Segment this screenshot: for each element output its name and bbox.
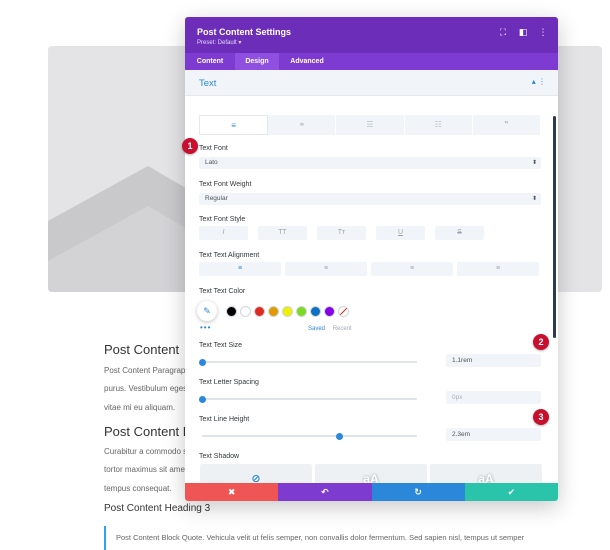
no-shadow-icon[interactable]: ⊘ [200,464,312,483]
shadow-preset-2[interactable]: aA [430,464,542,483]
save-button[interactable]: ✔ [464,483,558,501]
redo-button[interactable]: ↻ [371,483,465,501]
font-style-buttons: I TT Tт U S [199,226,484,240]
shadow-preset-1[interactable]: aA [315,464,427,483]
post-heading-2: Post Content H [104,424,193,439]
modal-header: Post Content Settings Preset: Default ▾ … [185,17,558,53]
preset-selector[interactable]: Preset: Default ▾ [197,39,241,46]
color-swatches [226,306,349,317]
text-size-label: Text Text Size [199,342,243,349]
eyedropper-icon[interactable]: ✎ [197,301,217,321]
font-style-label: Text Font Style [199,216,246,223]
tab-content[interactable]: Content [185,53,235,70]
line-height-slider[interactable] [202,432,417,440]
align-text-icon[interactable]: ≡ [199,115,269,135]
letter-spacing-label: Text Letter Spacing [199,379,259,386]
select-arrow-icon: ⬍ [531,160,537,166]
alignment-label: Text Text Alignment [199,252,260,259]
section-title: Text [199,78,217,89]
unordered-list-icon[interactable]: ☰ [336,115,405,135]
scrollbar[interactable] [553,116,556,338]
modal-tabs: Content Design Advanced [185,53,558,70]
post-paragraph: vitae mi eu aliquam. [104,403,176,412]
post-heading-1: Post Content [104,342,180,357]
link-icon[interactable]: ⚭ [268,115,337,135]
settings-modal: Post Content Settings Preset: Default ▾ … [185,17,558,501]
post-paragraph: purus. Vestibulum eges [104,384,188,393]
modal-footer: ✖ ↶ ↻ ✔ [185,483,558,501]
align-right-button[interactable]: ≡ [371,262,453,276]
color-swatch[interactable] [240,306,251,317]
slider-handle[interactable] [198,395,206,403]
color-swatch[interactable] [268,306,279,317]
text-size-input[interactable]: 1.1rem [446,354,541,367]
tab-design[interactable]: Design [235,53,279,70]
modal-title: Post Content Settings [197,27,291,37]
text-font-value: Lato [205,159,218,166]
ordered-list-icon[interactable]: ☷ [405,115,473,135]
undo-button[interactable]: ↶ [278,483,372,501]
more-colors-icon[interactable]: ••• [200,323,211,332]
text-font-label: Text Font [199,145,228,152]
color-swatch[interactable] [254,306,265,317]
quote-icon[interactable]: ❞ [473,115,542,135]
step-badge-2: 2 [533,334,549,350]
italic-button[interactable]: I [199,226,248,240]
saved-tab[interactable]: Saved [308,326,325,332]
color-swatch[interactable] [226,306,237,317]
align-left-button[interactable]: ≡ [199,262,281,276]
more-icon[interactable]: ⋮ [538,27,548,37]
font-weight-label: Text Font Weight [199,181,252,188]
text-color-label: Text Text Color [199,288,246,295]
post-paragraph: tempus consequat. [104,484,172,493]
color-swatch[interactable] [296,306,307,317]
slider-handle[interactable] [336,432,344,440]
tab-advanced[interactable]: Advanced [281,53,333,70]
line-height-label: Text Line Height [199,416,250,423]
text-shadow-label: Text Shadow [199,453,240,460]
step-badge-1: 1 [182,138,198,154]
text-shadow-options: ⊘ aA aA [200,464,542,483]
underline-button[interactable]: U [376,226,425,240]
letter-spacing-input[interactable]: 0px [446,391,541,404]
alignment-buttons: ≡ ≡ ≡ ≡ [199,262,539,276]
post-paragraph: tortor maximus sit ame [104,465,185,474]
align-justify-button[interactable]: ≡ [457,262,539,276]
text-font-select[interactable]: Lato ⬍ [199,157,541,169]
align-center-button[interactable]: ≡ [285,262,367,276]
color-swatch[interactable] [282,306,293,317]
slider-handle[interactable] [198,358,206,366]
post-paragraph: Post Content Paragrap [104,366,186,375]
post-paragraph: Curabitur a commodo s [104,447,188,456]
text-size-slider[interactable] [198,358,417,366]
uppercase-button[interactable]: TT [258,226,307,240]
step-badge-3: 3 [533,409,549,425]
expand-icon[interactable]: ⛶ [498,27,508,37]
modal-body: Text ▴ ⋮ ≡ ⚭ ☰ ☷ ❞ Text Font Lato ⬍ Text… [185,70,558,483]
font-weight-select[interactable]: Regular ⬍ [199,193,541,205]
recent-tab[interactable]: Recent [333,326,352,332]
palette-tabs: Saved Recent [308,326,352,332]
section-header-text[interactable]: Text ▴ ⋮ [185,70,558,96]
letter-spacing-slider[interactable] [198,395,417,403]
select-arrow-icon: ⬍ [531,196,537,202]
header-icons: ⛶ ◧ ⋮ [498,27,548,37]
split-view-icon[interactable]: ◧ [518,27,528,37]
strikethrough-button[interactable]: S [435,226,484,240]
clear-color-swatch[interactable] [338,306,349,317]
color-swatch[interactable] [324,306,335,317]
text-subtabs: ≡ ⚭ ☰ ☷ ❞ [199,115,542,135]
line-height-input[interactable]: 2.3em [446,428,541,441]
post-heading-3: Post Content Heading 3 [104,503,211,514]
post-blockquote: Post Content Block Quote. Vehicula velit… [104,526,584,550]
cancel-button[interactable]: ✖ [185,483,279,501]
color-swatch[interactable] [310,306,321,317]
collapse-icon[interactable]: ▴ ⋮ [532,77,546,86]
capitalize-button[interactable]: Tт [317,226,366,240]
font-weight-value: Regular [205,195,228,202]
